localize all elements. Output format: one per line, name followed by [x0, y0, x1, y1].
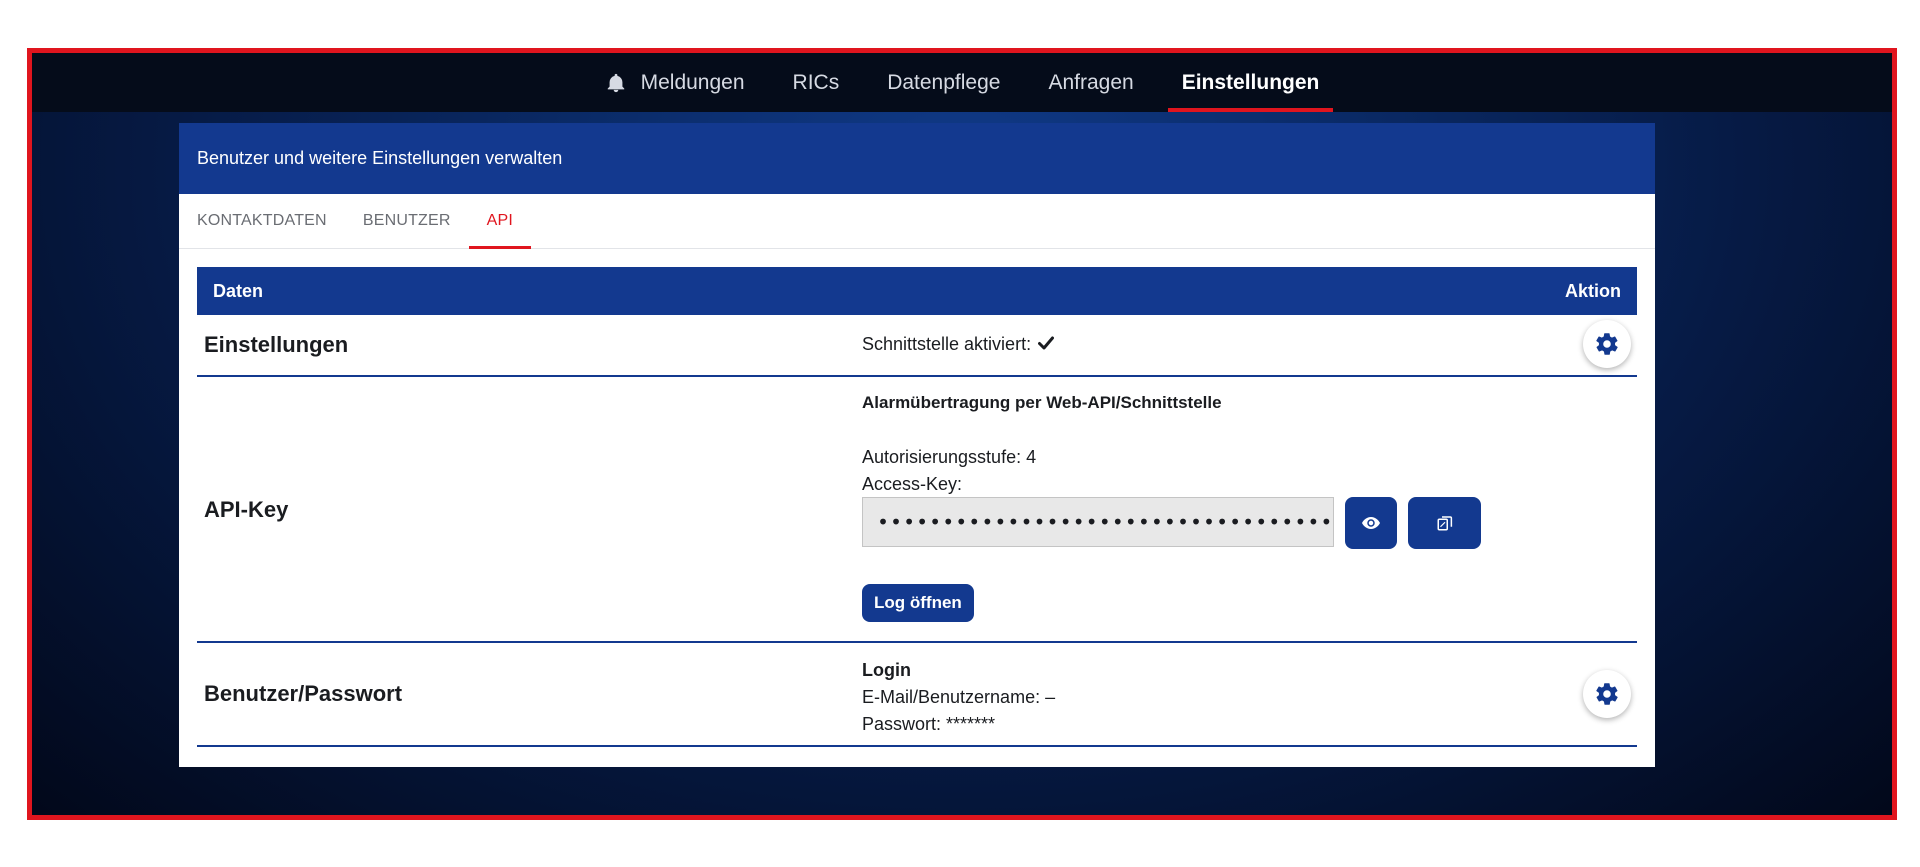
table-header: Daten Aktion: [197, 267, 1637, 315]
settings-edit-button[interactable]: [1583, 320, 1631, 368]
open-log-button[interactable]: Log öffnen: [862, 584, 974, 622]
api-key-title: Alarmübertragung per Web-API/Schnittstel…: [862, 393, 1222, 412]
nav-item-label: Anfragen: [1048, 70, 1134, 94]
row-label: Benutzer/Passwort: [204, 681, 403, 706]
table-row-api-key: API-Key Alarmübertragung per Web-API/Sch…: [197, 377, 1637, 643]
eye-icon: [1362, 517, 1380, 529]
gear-icon: [1596, 683, 1618, 705]
row-label: Einstellungen: [204, 332, 349, 357]
nav-item-label: RICs: [792, 70, 840, 94]
nav-item-anfragen[interactable]: Anfragen: [1024, 53, 1157, 112]
interface-status: Schnittstelle aktiviert:: [862, 334, 1055, 355]
bell-icon: [607, 73, 624, 92]
login-email: E-Mail/Benutzername: –: [862, 687, 1056, 707]
interface-status-text: Schnittstelle aktiviert:: [862, 334, 1032, 354]
settings-panel: Benutzer und weitere Einstellungen verwa…: [179, 123, 1655, 767]
column-header-aktion: Aktion: [1565, 280, 1621, 301]
checkmark-icon: [1038, 336, 1055, 350]
panel-title: Benutzer und weitere Einstellungen verwa…: [179, 123, 1655, 194]
nav-item-meldungen[interactable]: Meldungen: [581, 53, 769, 112]
app-frame: Meldungen RICs Datenpflege Anfragen Eins…: [27, 48, 1897, 820]
column-header-daten: Daten: [213, 280, 264, 301]
nav-item-label: Datenpflege: [887, 70, 1001, 94]
table-row-einstellungen: Einstellungen Schnittstelle aktiviert:: [197, 315, 1637, 377]
tab-api[interactable]: API: [468, 194, 532, 249]
login-title: Login: [862, 660, 911, 680]
authorization-level: Autorisierungsstufe: 4: [862, 447, 1037, 467]
login-edit-button[interactable]: [1583, 670, 1631, 718]
copy-key-button[interactable]: [1408, 497, 1481, 549]
api-settings-table: Daten Aktion Einstellungen Schnittstelle…: [197, 267, 1637, 747]
copy-icon: [1437, 516, 1452, 531]
login-password: Passwort: *******: [862, 714, 996, 734]
row-label: API-Key: [204, 497, 289, 522]
nav-item-label: Meldungen: [640, 70, 745, 94]
tab-benutzer[interactable]: BENUTZER: [345, 194, 469, 248]
tab-bar: KONTAKTDATEN BENUTZER API: [179, 194, 1655, 249]
tab-kontaktdaten[interactable]: KONTAKTDATEN: [179, 194, 345, 248]
access-key-field[interactable]: ••••••••••••••••••••••••••••••••••••••••: [862, 497, 1334, 547]
access-key-label: Access-Key:: [862, 474, 963, 494]
gear-icon: [1596, 333, 1618, 355]
nav-item-rics[interactable]: RICs: [769, 53, 864, 112]
nav-item-einstellungen[interactable]: Einstellungen: [1158, 53, 1344, 112]
login-details: Login E-Mail/Benutzername: – Passwort: *…: [862, 657, 1055, 738]
nav-item-label: Einstellungen: [1181, 70, 1320, 94]
show-key-button[interactable]: [1345, 497, 1397, 549]
table-row-login: Benutzer/Passwort Login E-Mail/Benutzern…: [197, 643, 1637, 747]
top-navigation: Meldungen RICs Datenpflege Anfragen Eins…: [32, 53, 1892, 112]
nav-item-datenpflege[interactable]: Datenpflege: [863, 53, 1024, 112]
api-key-details: Alarmübertragung per Web-API/Schnittstel…: [862, 377, 1562, 641]
